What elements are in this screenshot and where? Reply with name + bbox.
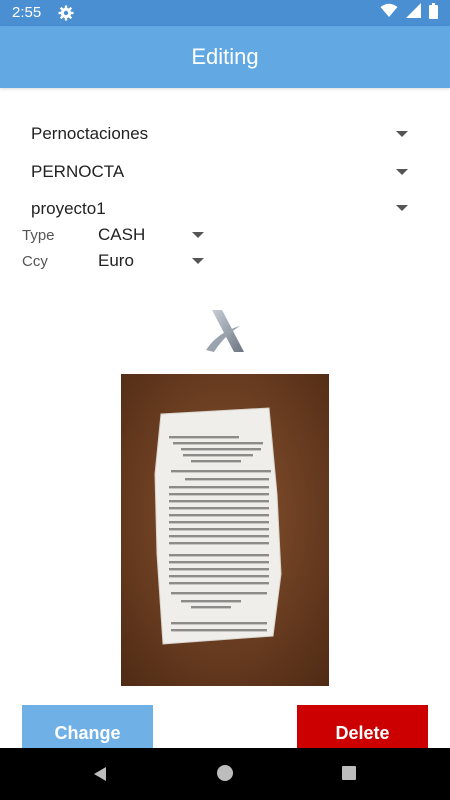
home-icon[interactable] <box>217 765 233 781</box>
type-value: CASH <box>98 225 146 244</box>
recents-icon[interactable] <box>342 766 356 780</box>
navigation-bar <box>0 748 450 800</box>
receipt-photo[interactable] <box>121 374 329 686</box>
project-spinner[interactable]: proyecto1 <box>22 194 422 224</box>
brand-x-logo <box>200 308 250 358</box>
currency-label: Ccy <box>22 253 48 270</box>
status-bar: 2:55 <box>0 0 450 26</box>
status-time: 2:55 <box>12 4 42 21</box>
status-icons <box>380 2 438 24</box>
battery-icon <box>429 2 438 24</box>
dropdown-arrow-icon <box>396 169 408 175</box>
wifi-icon <box>380 3 398 23</box>
subcategory-value: PERNOCTA <box>31 162 125 181</box>
currency-spinner[interactable]: Euro <box>90 247 210 275</box>
type-spinner[interactable]: CASH <box>90 221 210 249</box>
app-bar: Editing <box>0 26 450 88</box>
page-title: Editing <box>191 44 259 69</box>
dropdown-arrow-icon <box>192 258 204 264</box>
back-icon[interactable] <box>92 766 108 787</box>
dropdown-arrow-icon <box>396 205 408 211</box>
currency-value: Euro <box>98 251 134 270</box>
gear-icon <box>58 5 74 21</box>
category-spinner[interactable]: Pernoctaciones <box>22 119 422 149</box>
dropdown-arrow-icon <box>396 131 408 137</box>
project-value: proyecto1 <box>31 199 106 218</box>
signal-icon <box>406 3 421 23</box>
type-label: Type <box>22 227 55 244</box>
subcategory-spinner[interactable]: PERNOCTA <box>22 157 422 187</box>
category-value: Pernoctaciones <box>31 124 149 143</box>
dropdown-arrow-icon <box>192 232 204 238</box>
